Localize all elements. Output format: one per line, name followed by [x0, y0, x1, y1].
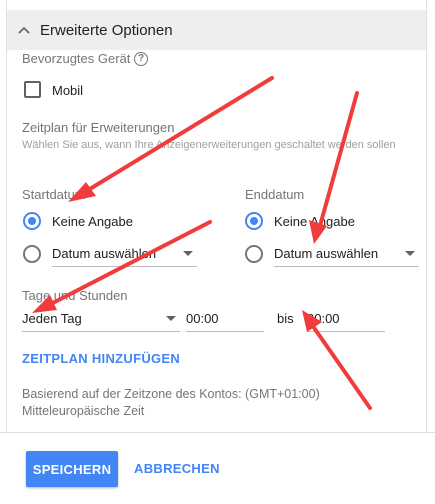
end-none-label: Keine Angabe [274, 214, 355, 229]
footer-divider [0, 432, 435, 433]
save-button[interactable]: SPEICHERN [26, 451, 118, 487]
day-select-value: Jeden Tag [22, 311, 82, 326]
help-icon[interactable]: ? [134, 52, 148, 66]
from-time-input[interactable]: 00:00 [186, 306, 264, 332]
end-pick-radio[interactable] [245, 245, 263, 263]
from-time-value: 00:00 [186, 311, 219, 326]
dropdown-caret-icon [405, 251, 415, 256]
dropdown-caret-icon [166, 316, 176, 321]
schedule-title: Zeitplan für Erweiterungen [22, 120, 175, 135]
start-date-select[interactable]: Datum auswählen [52, 241, 197, 267]
end-date-select-value: Datum auswählen [274, 246, 379, 261]
start-date-select-value: Datum auswählen [52, 246, 157, 261]
end-date-label: Enddatum [245, 187, 305, 202]
advanced-options-header[interactable]: Erweiterte Optionen [7, 10, 426, 50]
timezone-note: Basierend auf der Zeitzone des Kontos: (… [22, 387, 320, 418]
start-pick-radio[interactable] [23, 245, 41, 263]
to-time-input[interactable]: 00:00 [307, 306, 385, 332]
start-none-label: Keine Angabe [52, 214, 133, 229]
to-time-value: 00:00 [307, 311, 340, 326]
panel-title: Erweiterte Optionen [40, 22, 173, 39]
dropdown-caret-icon [183, 251, 193, 256]
add-schedule-link[interactable]: ZEITPLAN HINZUFÜGEN [22, 351, 180, 366]
mobile-label: Mobil [52, 83, 84, 98]
to-label: bis [277, 311, 294, 326]
start-date-label: Startdatum [22, 187, 86, 202]
advanced-options-panel: Erweiterte Optionen Bevorzugtes Gerät ? … [6, 0, 427, 432]
cancel-button[interactable]: ABBRECHEN [134, 461, 220, 476]
day-select[interactable]: Jeden Tag [22, 306, 180, 332]
start-none-radio[interactable] [23, 212, 41, 230]
chevron-up-icon [18, 26, 30, 34]
schedule-hint: Wählen Sie aus, wann Ihre Anzeigenerweit… [22, 139, 396, 151]
preferred-device-label: Bevorzugtes Gerät [22, 51, 131, 66]
end-date-select[interactable]: Datum auswählen [274, 241, 419, 267]
mobile-checkbox[interactable] [24, 81, 41, 98]
days-hours-label: Tage und Stunden [22, 288, 128, 303]
end-none-radio[interactable] [245, 212, 263, 230]
